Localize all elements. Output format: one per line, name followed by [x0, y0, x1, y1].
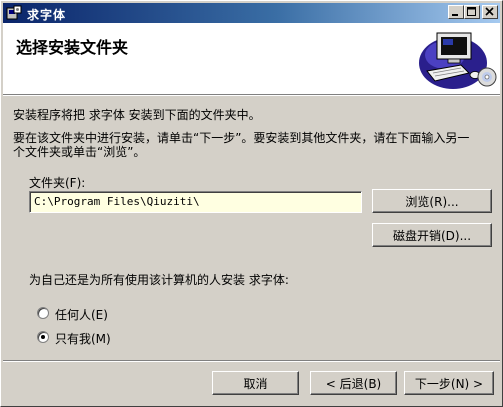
- radio-button-everyone[interactable]: [37, 307, 49, 319]
- window-title: 求字体: [27, 8, 67, 22]
- close-button[interactable]: [482, 5, 498, 19]
- radio-label-everyone: 任何人(E): [55, 308, 108, 322]
- maximize-button[interactable]: [464, 5, 480, 19]
- radio-selected-dot: [41, 335, 45, 339]
- title-bar[interactable]: 求字体: [3, 3, 500, 23]
- installer-window: 求字体 选择安装文件夹 安装程序将把 求字体 安装到下面的文件夹中。 要在该文件…: [0, 0, 503, 407]
- page-title: 选择安装文件夹: [16, 38, 129, 57]
- intro-text: 安装程序将把 求字体 安装到下面的文件夹中。: [13, 108, 261, 122]
- disk-cost-button[interactable]: 磁盘开销(D)...: [372, 223, 492, 247]
- instruction-text-line2: 个文件夹或单击“浏览”。: [13, 145, 146, 159]
- radio-label-just-me: 只有我(M): [55, 332, 111, 346]
- maximize-icon: [467, 7, 476, 16]
- next-button[interactable]: 下一步(N) >: [404, 371, 494, 395]
- back-button[interactable]: < 后退(B): [310, 371, 397, 395]
- install-for-question: 为自己还是为所有使用该计算机的人安装 求字体:: [29, 273, 289, 287]
- radio-button-just-me[interactable]: [37, 331, 49, 343]
- cancel-button[interactable]: 取消: [212, 371, 299, 395]
- close-icon: [485, 7, 494, 16]
- minimize-button[interactable]: [448, 5, 464, 19]
- footer-divider-highlight: [3, 361, 500, 362]
- computer-with-disc-illustration: [415, 25, 499, 92]
- folder-label: 文件夹(F):: [29, 176, 86, 190]
- minimize-icon: [452, 14, 458, 16]
- header-banner: 选择安装文件夹: [3, 23, 500, 94]
- banner-divider-highlight: [3, 95, 500, 96]
- folder-path-input[interactable]: C:\Program Files\Qiuziti\: [29, 191, 362, 213]
- browse-button[interactable]: 浏览(R)...: [372, 189, 492, 213]
- setup-app-icon: [6, 5, 22, 21]
